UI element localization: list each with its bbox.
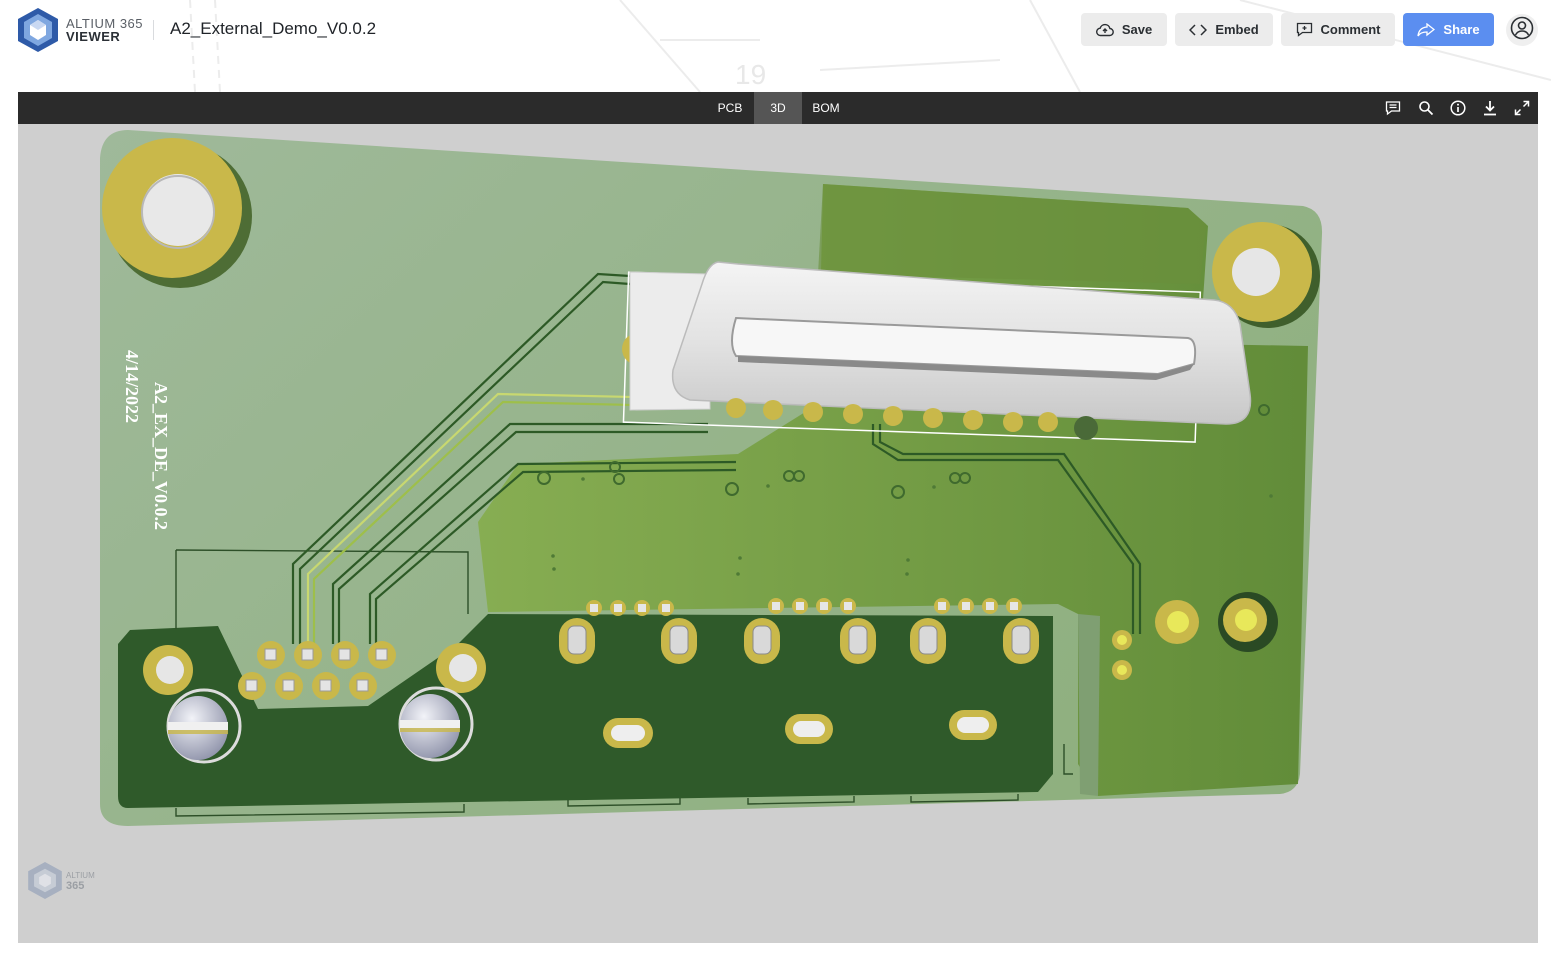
share-button[interactable]: Share [1403, 13, 1494, 46]
search-icon[interactable] [1418, 100, 1434, 116]
comments-icon[interactable] [1385, 100, 1401, 116]
app-header: 19 ALTIUM 365 VIEWER A2_External_Demo_V0… [0, 0, 1551, 92]
pcb-viewer: PCB 3D BOM A2_EX_DE_V0.0.2 4/14/2022 ALT… [18, 92, 1538, 943]
code-icon [1189, 23, 1208, 36]
board-date-text: 4/14/2022 [122, 350, 142, 423]
watermark-line1: ALTIUM [66, 870, 95, 880]
altium-logo-icon [18, 8, 58, 52]
board-name-text: A2_EX_DE_V0.0.2 [151, 382, 171, 530]
tab-bom[interactable]: BOM [802, 92, 850, 124]
svg-text:19: 19 [735, 59, 766, 90]
logo-text-line2: VIEWER [66, 29, 121, 44]
download-icon[interactable] [1482, 100, 1498, 116]
altium-watermark: ALTIUM 365 [28, 862, 95, 899]
share-icon [1417, 22, 1436, 37]
share-button-label: Share [1443, 22, 1480, 37]
comment-button[interactable]: Comment [1281, 13, 1395, 46]
page-bottom-strip [0, 943, 1551, 953]
altium-logo[interactable]: ALTIUM 365 VIEWER [18, 8, 143, 52]
comment-icon [1296, 22, 1313, 37]
embed-button[interactable]: Embed [1175, 13, 1273, 46]
fullscreen-icon[interactable] [1514, 100, 1530, 116]
header-divider [153, 20, 154, 40]
info-icon[interactable] [1450, 100, 1466, 116]
viewer-toolbar: PCB 3D BOM [18, 92, 1538, 124]
tab-3d[interactable]: 3D [754, 92, 802, 124]
save-button-label: Save [1121, 22, 1153, 37]
save-button[interactable]: Save [1081, 13, 1167, 46]
watermark-line2: 365 [66, 879, 85, 892]
comment-button-label: Comment [1320, 22, 1381, 37]
tab-pcb[interactable]: PCB [706, 92, 754, 124]
upload-icon [1095, 23, 1114, 37]
pcb-3d-canvas[interactable]: A2_EX_DE_V0.0.2 4/14/2022 [18, 124, 1538, 943]
altium-watermark-icon [28, 862, 62, 899]
pcb-board [100, 130, 1323, 826]
user-icon [1510, 16, 1534, 45]
embed-button-label: Embed [1215, 22, 1259, 37]
document-title: A2_External_Demo_V0.0.2 [170, 19, 377, 38]
user-menu-button[interactable] [1506, 14, 1538, 46]
